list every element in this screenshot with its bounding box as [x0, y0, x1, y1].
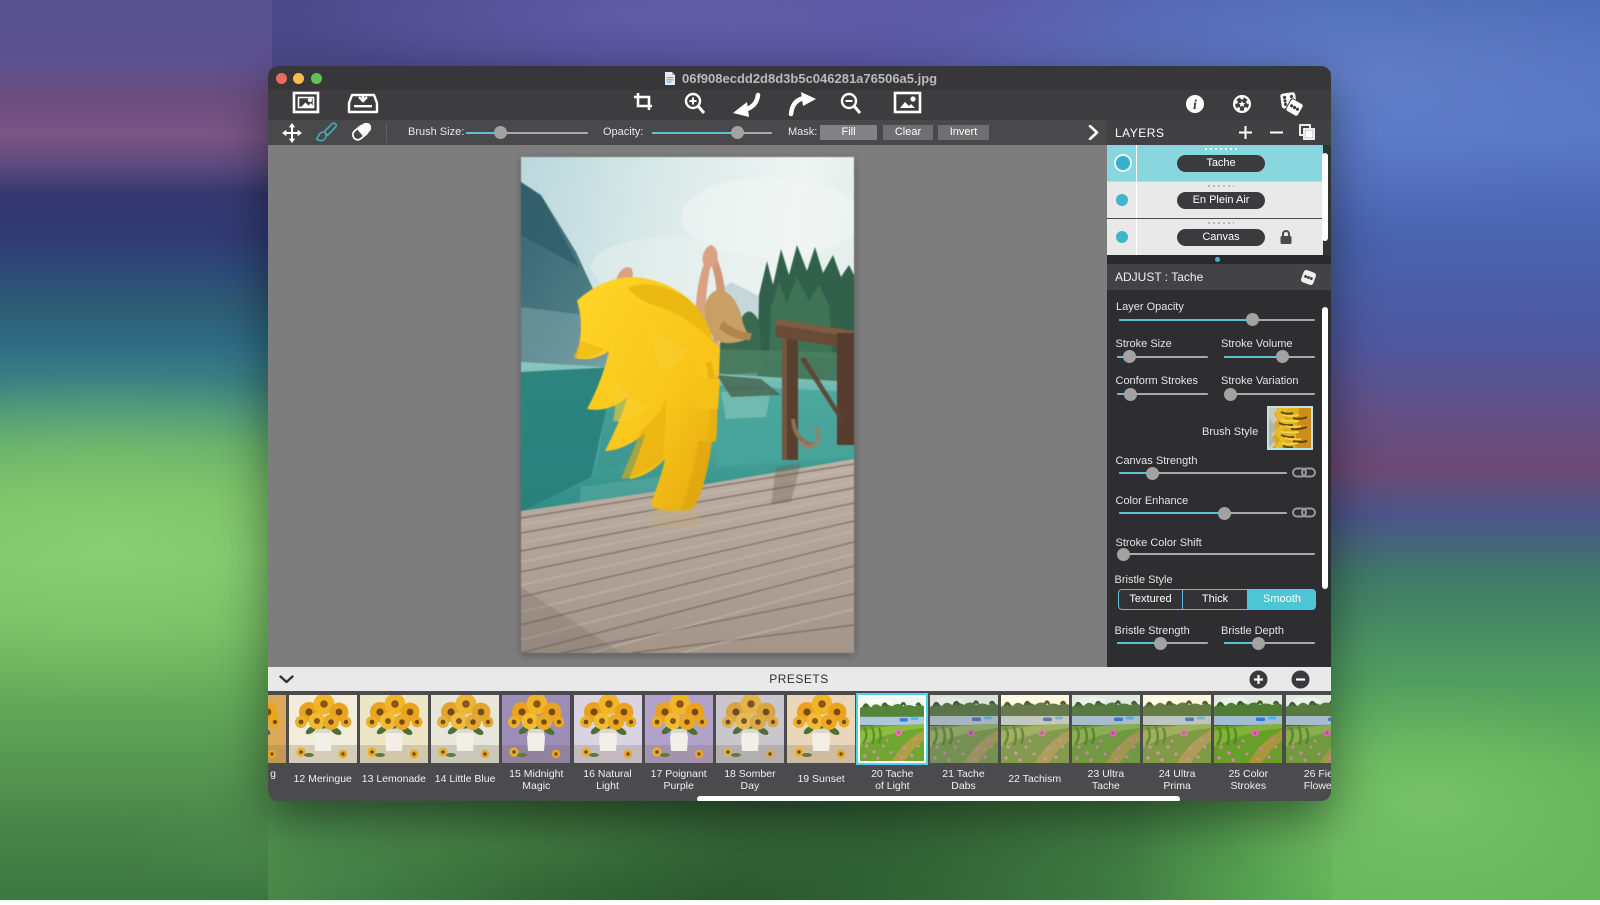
svg-text:i: i [1193, 98, 1197, 113]
